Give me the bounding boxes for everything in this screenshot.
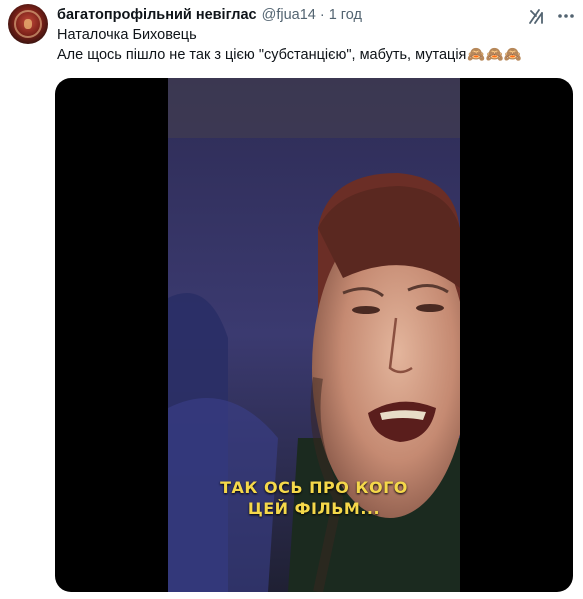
video-player[interactable]: ТАК ОСЬ ПРО КОГО ЦЕЙ ФІЛЬМ... bbox=[55, 78, 573, 592]
more-icon[interactable] bbox=[555, 6, 577, 26]
tweet-header: багатопрофільний невіглас @fjua14 · 1 го… bbox=[57, 5, 362, 25]
tweet-card[interactable]: багатопрофільний невіглас @fjua14 · 1 го… bbox=[0, 0, 583, 599]
avatar[interactable] bbox=[8, 4, 48, 44]
avatar-emblem bbox=[24, 19, 32, 29]
video-frame[interactable]: ТАК ОСЬ ПРО КОГО ЦЕЙ ФІЛЬМ... bbox=[168, 78, 460, 592]
tweet-text-line-2: Але щось пішло не так з цією "субстанціє… bbox=[57, 45, 522, 65]
video-caption-line-2: ЦЕЙ ФІЛЬМ... bbox=[247, 499, 381, 518]
see-no-evil-monkey-emoji: 🙈🙈🙈 bbox=[467, 47, 522, 63]
user-handle[interactable]: @fjua14 bbox=[262, 7, 316, 23]
display-name[interactable]: багатопрофільний невіглас bbox=[57, 7, 257, 23]
tweet-text-body: Але щось пішло не так з цією "субстанціє… bbox=[57, 47, 467, 63]
video-caption-line-1: ТАК ОСЬ ПРО КОГО bbox=[220, 478, 408, 497]
tweet-text-line-1: Наталочка Биховець bbox=[57, 27, 197, 43]
separator-dot: · bbox=[319, 7, 325, 23]
grok-icon[interactable] bbox=[527, 6, 547, 26]
timestamp[interactable]: 1 год bbox=[329, 7, 362, 23]
